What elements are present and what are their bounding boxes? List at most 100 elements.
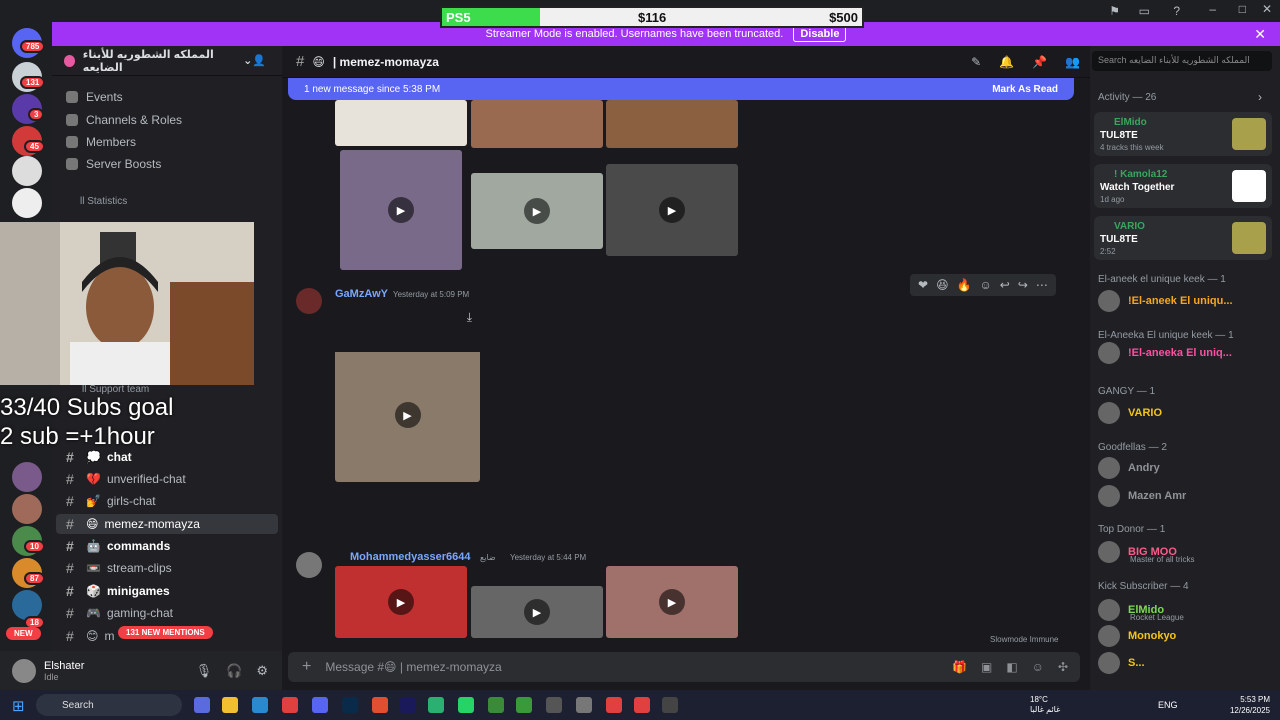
video-thumbnail[interactable]: [335, 100, 467, 146]
folder-icon[interactable]: [222, 697, 238, 713]
download-icon[interactable]: ⤓: [467, 310, 472, 325]
play-icon[interactable]: ▶: [659, 589, 685, 615]
xbox-icon[interactable]: [488, 697, 504, 713]
server-icon[interactable]: [12, 462, 42, 492]
video-thumbnail[interactable]: ▶: [471, 173, 603, 249]
threads-icon[interactable]: ✎: [971, 55, 981, 69]
whatsapp-icon[interactable]: [458, 697, 474, 713]
member-item[interactable]: ElMido Rocket League: [1098, 597, 1274, 623]
gift-icon[interactable]: 🎁: [952, 660, 967, 674]
message-composer[interactable]: + Message #😄 | memez-momayza 🎁 ▣ ◧ ☺ ✣: [288, 652, 1080, 682]
brave-icon[interactable]: [372, 697, 388, 713]
play-icon[interactable]: ▶: [524, 198, 550, 224]
play-icon[interactable]: ▶: [394, 402, 421, 429]
member-item[interactable]: S...: [1098, 650, 1274, 676]
channel-unverified-chat[interactable]: # 💔 unverified-chat: [56, 469, 278, 489]
apps-icon[interactable]: ✣: [1058, 660, 1068, 674]
photoshop-icon[interactable]: [342, 697, 358, 713]
headphones-icon[interactable]: 🎧: [226, 663, 242, 679]
channel-gaming-chat[interactable]: # 🎮 gaming-chat: [56, 603, 278, 623]
guild-header[interactable]: المملكه الشطوريه للأبناء الضايعه ⌄ 👤: [52, 46, 282, 76]
server-icon[interactable]: [12, 156, 42, 186]
activity-card[interactable]: VARIO TUL8TE 2:52: [1094, 216, 1272, 260]
video-attachment[interactable]: ▶ ⤓: [335, 306, 480, 482]
channel-commands[interactable]: # 🤖 commands: [56, 536, 278, 556]
play-icon[interactable]: ▶: [659, 197, 685, 223]
mic-icon[interactable]: 🎙: [196, 663, 213, 679]
terminal-icon[interactable]: [662, 697, 678, 713]
channel-minigames[interactable]: # 🎲 minigames: [56, 581, 278, 601]
obs-icon[interactable]: [546, 697, 562, 713]
chrome-icon[interactable]: [282, 697, 298, 713]
edge-icon[interactable]: [252, 697, 268, 713]
premiere-icon[interactable]: [400, 697, 416, 713]
pin-icon[interactable]: 📌: [1032, 55, 1047, 69]
gear-icon[interactable]: ⚙: [256, 663, 268, 679]
close-window-button[interactable]: ✕: [1262, 2, 1272, 16]
close-icon[interactable]: ✕: [1254, 26, 1266, 43]
windows-start-icon[interactable]: ⊞: [12, 697, 25, 715]
screen-icon[interactable]: ▭: [1139, 4, 1150, 18]
channel-chat[interactable]: # 💭 chat: [56, 447, 278, 467]
activity-card[interactable]: ! Kamola12 Watch Together 1d ago: [1094, 164, 1272, 208]
sticker-icon[interactable]: ◧: [1006, 660, 1017, 674]
language-indicator[interactable]: ENG: [1158, 700, 1178, 710]
member-item[interactable]: BIG MOO Master of all tricks: [1098, 539, 1274, 565]
new-mentions-pill[interactable]: 131 NEW MENTIONS: [118, 626, 213, 639]
server-icon[interactable]: [12, 188, 42, 218]
add-reaction-icon[interactable]: ☺: [980, 278, 992, 292]
emoji-icon[interactable]: ☺: [1032, 660, 1044, 674]
app-icon[interactable]: [194, 697, 210, 713]
chrome-icon[interactable]: [634, 697, 650, 713]
member-item[interactable]: !El-aneeka El uniq...: [1098, 340, 1274, 366]
weather-widget[interactable]: 18°C غائم غالبا: [1030, 695, 1060, 715]
member-item[interactable]: VARIO: [1098, 400, 1274, 426]
search-input[interactable]: Search المملكه الشطوريه للأبناء الضايعه: [1092, 51, 1272, 71]
gif-icon[interactable]: ▣: [981, 660, 992, 674]
message-author[interactable]: GaMzAwY: [335, 288, 388, 300]
video-thumbnail[interactable]: ▶: [606, 566, 738, 638]
mark-as-read-button[interactable]: Mark As Read: [992, 84, 1058, 95]
menu-events[interactable]: Events: [66, 90, 123, 104]
clock[interactable]: 5:53 PM 12/26/2025: [1230, 694, 1270, 716]
new-messages-bar[interactable]: 1 new message since 5:38 PM Mark As Read: [288, 78, 1074, 100]
avatar[interactable]: [296, 552, 322, 578]
video-thumbnail[interactable]: [606, 100, 738, 148]
taskbar-search[interactable]: Search: [36, 694, 182, 716]
server-icon[interactable]: [12, 494, 42, 524]
channel-girls-chat[interactable]: # 💅 girls-chat: [56, 491, 278, 511]
member-item[interactable]: Monokyo: [1098, 623, 1274, 649]
play-icon[interactable]: ▶: [388, 589, 414, 615]
help-icon[interactable]: ?: [1173, 4, 1180, 18]
video-thumbnail[interactable]: [471, 100, 603, 148]
message-input[interactable]: Message #😄 | memez-momayza: [325, 660, 501, 674]
disable-streamer-button[interactable]: Disable: [793, 26, 847, 42]
plus-icon[interactable]: +: [302, 658, 311, 676]
activity-card[interactable]: ElMido TUL8TE 4 tracks this week: [1094, 112, 1272, 156]
member-item[interactable]: Mazen Amr: [1098, 483, 1274, 509]
play-icon[interactable]: ▶: [524, 599, 550, 625]
app-icon[interactable]: [428, 697, 444, 713]
video-thumbnail[interactable]: ▶: [340, 150, 462, 270]
menu-server-boosts[interactable]: Server Boosts: [66, 157, 161, 171]
member-item[interactable]: Andry: [1098, 455, 1274, 481]
maximize-button[interactable]: □: [1239, 2, 1246, 16]
fire-reaction-icon[interactable]: 🔥: [957, 278, 972, 292]
play-icon[interactable]: ▶: [388, 197, 414, 223]
bell-icon[interactable]: 🔔: [999, 55, 1014, 69]
channel-memez-momayza[interactable]: # 😄 memez-momayza: [56, 514, 278, 534]
more-icon[interactable]: ⋯: [1036, 278, 1048, 292]
video-thumbnail[interactable]: ▶: [606, 164, 738, 256]
members-list-icon[interactable]: 👥: [1065, 55, 1080, 69]
heart-reaction-icon[interactable]: ❤: [918, 278, 928, 292]
laugh-reaction-icon[interactable]: 😆: [936, 278, 949, 292]
chevron-right-icon[interactable]: ›: [1258, 90, 1262, 104]
chrome-icon[interactable]: [606, 697, 622, 713]
minimize-button[interactable]: –: [1209, 2, 1216, 16]
inbox-icon[interactable]: ⚑: [1109, 4, 1120, 18]
reply-icon[interactable]: ↩: [1000, 278, 1010, 292]
video-thumbnail[interactable]: ▶: [471, 586, 603, 638]
video-thumbnail[interactable]: ▶: [335, 566, 467, 638]
discord-icon[interactable]: [312, 697, 328, 713]
app-icon[interactable]: [576, 697, 592, 713]
